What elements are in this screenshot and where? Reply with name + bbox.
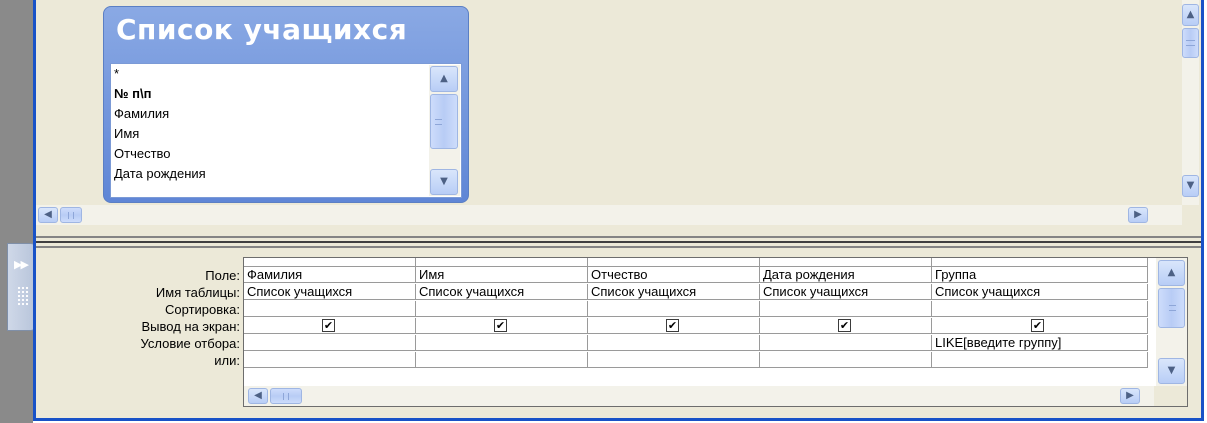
table-cell[interactable]: Список учащихся: [244, 284, 416, 300]
field-cell[interactable]: Фамилия: [244, 267, 416, 283]
row-label-table: Имя таблицы:: [155, 285, 240, 300]
scroll-right-icon[interactable]: ▶: [1128, 207, 1148, 223]
criteria-cell[interactable]: [244, 335, 416, 351]
scroll-up-icon[interactable]: ▲: [1158, 260, 1185, 286]
or-cell[interactable]: [244, 352, 416, 368]
column-selector[interactable]: [588, 258, 760, 267]
scroll-thumb[interactable]: [270, 388, 302, 404]
left-strip: [0, 0, 33, 423]
or-cell[interactable]: [760, 352, 932, 368]
table-cell[interactable]: Список учащихся: [760, 284, 932, 300]
table-area: Список учащихся * № п\п Фамилия Имя Отче…: [36, 0, 1201, 228]
sort-cell[interactable]: [244, 301, 416, 317]
scroll-left-icon[interactable]: ◀: [38, 207, 58, 223]
show-checkbox[interactable]: ✔: [666, 319, 679, 332]
query-design-grid: Фамилия Имя Отчество Дата рождения Групп…: [243, 257, 1188, 407]
table-area-horizontal-scrollbar[interactable]: ◀ ▶: [36, 205, 1182, 225]
scroll-up-icon[interactable]: ▲: [430, 66, 458, 92]
scroll-down-icon[interactable]: ▼: [430, 169, 458, 195]
table-area-vertical-scrollbar[interactable]: ▲ ▼: [1182, 0, 1199, 205]
show-cell: ✔: [588, 318, 760, 334]
row-label-field: Поле:: [205, 268, 240, 283]
sort-cell[interactable]: [416, 301, 588, 317]
field-cell[interactable]: Дата рождения: [760, 267, 932, 283]
scroll-down-icon[interactable]: ▼: [1158, 358, 1185, 384]
field-cell[interactable]: Группа: [932, 267, 1148, 283]
scroll-thumb[interactable]: [430, 94, 458, 149]
grid-vertical-scrollbar[interactable]: ▲ ▼: [1156, 258, 1187, 386]
field-cell[interactable]: Отчество: [588, 267, 760, 283]
scrollbar-corner: [1154, 386, 1187, 406]
show-checkbox[interactable]: ✔: [1031, 319, 1044, 332]
expand-arrows-icon: ▶▶: [14, 258, 29, 271]
field-list-item[interactable]: Фамилия: [114, 106, 169, 121]
show-checkbox[interactable]: ✔: [494, 319, 507, 332]
field-list-item[interactable]: № п\п: [114, 86, 151, 101]
scroll-thumb[interactable]: [60, 207, 82, 223]
show-checkbox[interactable]: ✔: [838, 319, 851, 332]
field-list-item[interactable]: Отчество: [114, 146, 171, 161]
sort-cell[interactable]: [760, 301, 932, 317]
query-designer: Список учащихся * № п\п Фамилия Имя Отче…: [33, 0, 1204, 421]
table-cell[interactable]: Список учащихся: [416, 284, 588, 300]
field-list-item[interactable]: Имя: [114, 126, 139, 141]
field-list-item[interactable]: *: [114, 66, 119, 81]
row-label-criteria: Условие отбора:: [140, 336, 240, 351]
table-title: Список учащихся: [116, 13, 408, 46]
scroll-left-icon[interactable]: ◀: [248, 388, 268, 404]
grid-horizontal-scrollbar[interactable]: ◀ ▶: [244, 386, 1154, 406]
scroll-down-icon[interactable]: ▼: [1182, 175, 1199, 197]
row-label-sort: Сортировка:: [165, 302, 240, 317]
field-cell[interactable]: Имя: [416, 267, 588, 283]
show-cell: ✔: [932, 318, 1148, 334]
sort-cell[interactable]: [932, 301, 1148, 317]
query-design-window: ▶▶ Список учащихся * № п\п Фамилия Имя О…: [0, 0, 1207, 423]
or-cell[interactable]: [416, 352, 588, 368]
table-cell[interactable]: Список учащихся: [588, 284, 760, 300]
criteria-cell[interactable]: [760, 335, 932, 351]
field-list-item[interactable]: Дата рождения: [114, 166, 206, 181]
or-cell[interactable]: [588, 352, 760, 368]
column-selector[interactable]: [416, 258, 588, 267]
grip-icon: [17, 286, 29, 306]
table-field-list-window[interactable]: Список учащихся * № п\п Фамилия Имя Отче…: [103, 6, 469, 203]
field-list: * № п\п Фамилия Имя Отчество Дата рожден…: [110, 63, 462, 198]
sort-cell[interactable]: [588, 301, 760, 317]
show-cell: ✔: [416, 318, 588, 334]
column-selector[interactable]: [760, 258, 932, 267]
field-list-scrollbar[interactable]: ▲ ▼: [429, 65, 460, 196]
table-cell[interactable]: Список учащихся: [932, 284, 1148, 300]
pane-splitter[interactable]: [36, 236, 1201, 248]
column-selector[interactable]: [932, 258, 1148, 267]
show-cell: ✔: [244, 318, 416, 334]
show-checkbox[interactable]: ✔: [322, 319, 335, 332]
criteria-cell[interactable]: LIKE[введите группу]: [932, 335, 1148, 351]
row-label-show: Вывод на экран:: [141, 319, 240, 334]
row-label-or: или:: [214, 353, 240, 368]
scroll-right-icon[interactable]: ▶: [1120, 388, 1140, 404]
scroll-thumb[interactable]: [1182, 28, 1199, 58]
scroll-up-icon[interactable]: ▲: [1182, 4, 1199, 26]
criteria-cell[interactable]: [416, 335, 588, 351]
design-grid-area: Поле: Имя таблицы: Сортировка: Вывод на …: [36, 248, 1201, 418]
show-cell: ✔: [760, 318, 932, 334]
scroll-thumb[interactable]: [1158, 288, 1185, 328]
or-cell[interactable]: [932, 352, 1148, 368]
column-selector[interactable]: [244, 258, 416, 267]
criteria-cell[interactable]: [588, 335, 760, 351]
